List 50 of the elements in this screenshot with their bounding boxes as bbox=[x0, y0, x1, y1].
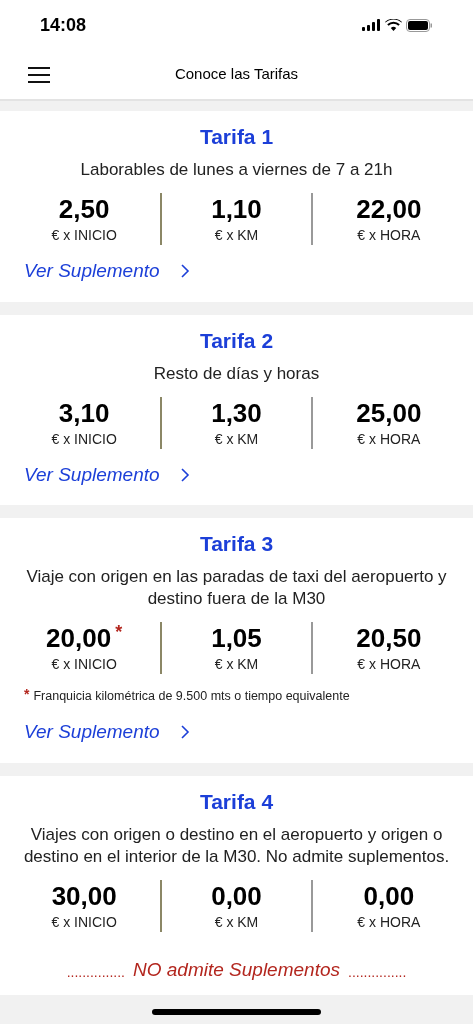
price-value: 1,10 bbox=[211, 193, 262, 225]
price-unit: € x HORA bbox=[357, 912, 421, 932]
footnote-mark: * bbox=[115, 622, 123, 642]
price-unit: € x KM bbox=[214, 226, 259, 245]
no-supplement-notice: NO admite Suplementos bbox=[133, 959, 340, 979]
chevron-right-icon[interactable] bbox=[179, 724, 190, 741]
battery-icon bbox=[406, 18, 433, 32]
price-unit: € x INICIO bbox=[51, 655, 117, 674]
price-unit: € x INICIO bbox=[51, 429, 117, 449]
status-time: 14:08 bbox=[40, 13, 87, 37]
menu-icon[interactable] bbox=[28, 66, 50, 83]
price-unit: € x INICIO bbox=[51, 912, 117, 932]
tariff-title: Tarifa 1 bbox=[198, 124, 275, 150]
dotted-leader: ............... bbox=[348, 964, 407, 979]
wifi-icon bbox=[385, 19, 402, 31]
tariff-description: Resto de días y horas bbox=[152, 362, 321, 385]
price-value: 20,50 bbox=[356, 622, 422, 654]
price-value: 20,00 bbox=[46, 622, 112, 654]
price-value: 22,00 bbox=[356, 193, 422, 225]
price-value: 1,05 bbox=[211, 622, 262, 654]
price-unit: € x KM bbox=[214, 912, 259, 932]
price-unit: € x KM bbox=[214, 429, 259, 449]
price-unit: € x HORA bbox=[357, 655, 421, 674]
price-value: 25,00 bbox=[356, 396, 422, 429]
dotted-leader: ............... bbox=[66, 964, 125, 979]
price-unit: € x HORA bbox=[357, 226, 421, 245]
price-unit: € x KM bbox=[214, 655, 259, 674]
price-value: 2,50 bbox=[58, 193, 110, 225]
chevron-right-icon[interactable] bbox=[179, 466, 190, 483]
price-value: 0,00 bbox=[363, 879, 415, 912]
price-value: 3,10 bbox=[58, 396, 110, 429]
price-value: 0,00 bbox=[211, 879, 262, 912]
price-value: 1,30 bbox=[211, 396, 262, 429]
tariff-title: Tarifa 3 bbox=[198, 531, 275, 557]
chevron-right-icon[interactable] bbox=[179, 263, 190, 280]
price-unit: € x HORA bbox=[357, 429, 421, 449]
tariff-title: Tarifa 2 bbox=[198, 327, 275, 354]
header-title: Conoce las Tarifas bbox=[174, 64, 299, 85]
footnote-text: Franquicia kilométrica de 9.500 mts o tiempo equivalente bbox=[33, 688, 350, 705]
tariff-description: Laborables de lunes a viernes de 7 a 21h bbox=[79, 159, 394, 181]
supplement-link[interactable]: Ver Suplemento bbox=[24, 257, 160, 286]
tariff-description: Viaje con origen en las paradas de taxi del aeropuerto y destino fuera de la M30 bbox=[25, 566, 448, 610]
tariff-description: Viajes con origen o destino en el aeropuerto y origen o destino en el interior de la M30. No admite suplementos. bbox=[22, 823, 451, 868]
tariff-title: Tarifa 4 bbox=[198, 788, 275, 815]
price-value: 30,00 bbox=[51, 879, 117, 912]
supplement-link[interactable]: Ver Suplemento bbox=[24, 460, 160, 489]
footnote-mark: * bbox=[24, 686, 30, 702]
signal-icon bbox=[362, 19, 381, 31]
price-unit: € x INICIO bbox=[51, 226, 117, 245]
supplement-link[interactable]: Ver Suplemento bbox=[24, 718, 160, 747]
